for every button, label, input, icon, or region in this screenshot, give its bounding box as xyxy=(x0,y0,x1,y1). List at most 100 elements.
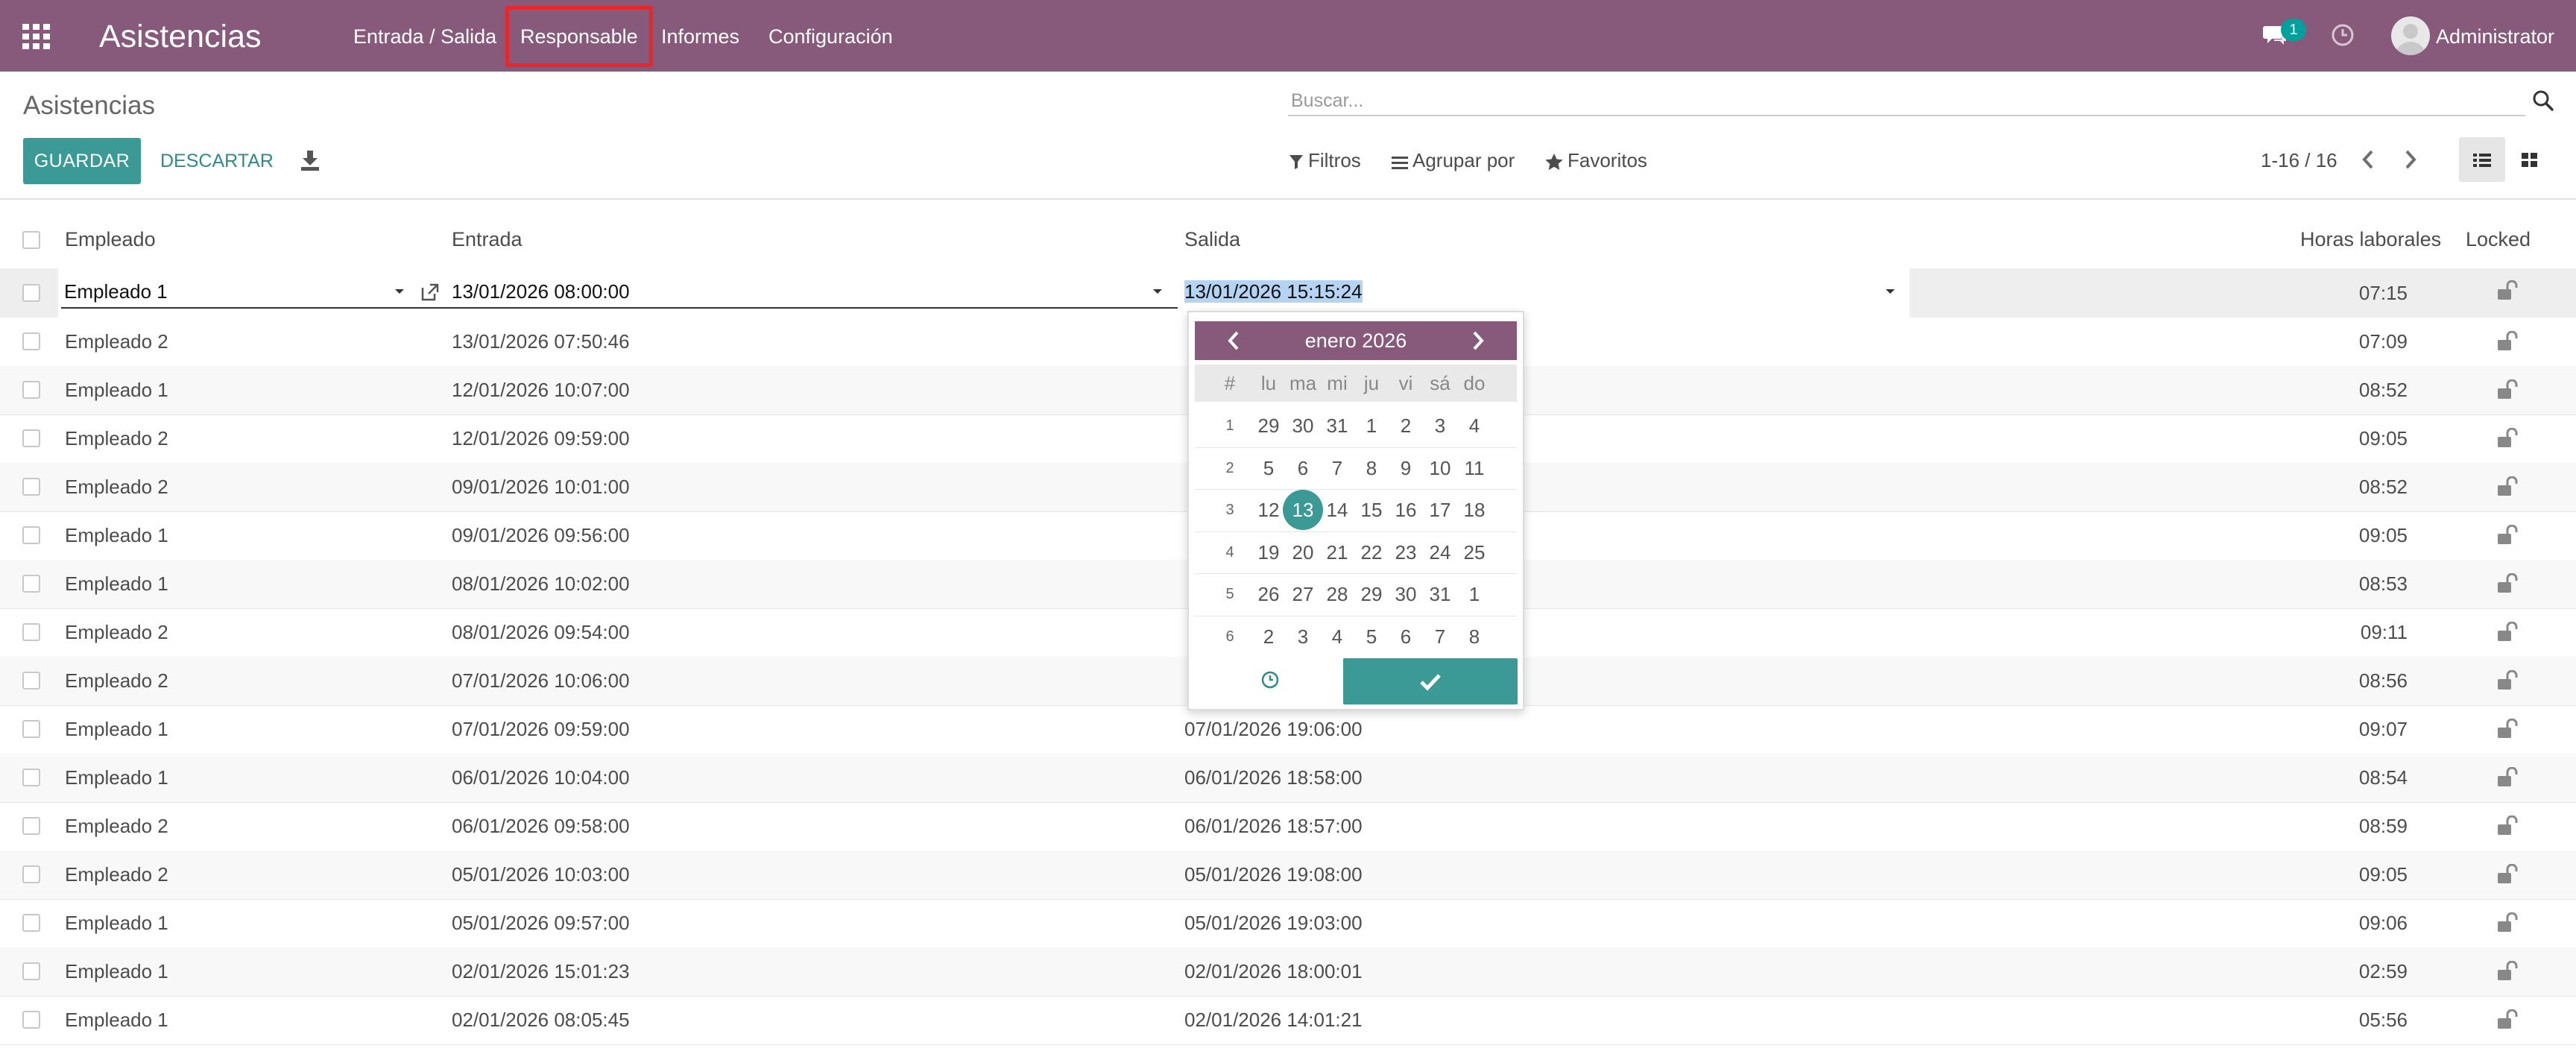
row-checkbox[interactable] xyxy=(22,526,40,544)
row-checkbox[interactable] xyxy=(22,575,40,593)
column-header-check-out[interactable]: Salida xyxy=(1184,225,1240,253)
datepicker-day[interactable]: 5 xyxy=(1354,623,1389,650)
unlock-icon[interactable] xyxy=(2496,719,2519,739)
favorites-button[interactable]: Favoritos xyxy=(1545,147,1647,174)
row-checkbox[interactable] xyxy=(22,429,40,447)
datepicker-day[interactable]: 25 xyxy=(1457,539,1491,566)
datepicker-day[interactable]: 14 xyxy=(1320,496,1354,523)
chevron-right-icon[interactable] xyxy=(1469,330,1487,351)
unlock-icon[interactable] xyxy=(2496,525,2519,546)
unlock-icon[interactable] xyxy=(2496,864,2519,885)
unlock-icon[interactable] xyxy=(2496,1009,2519,1030)
datepicker-day[interactable]: 23 xyxy=(1389,539,1423,566)
row-checkbox[interactable] xyxy=(22,914,40,932)
filters-button[interactable]: Filtros xyxy=(1289,147,1361,174)
table-row[interactable]: Empleado 1 07/01/2026 09:59:00 07/01/2026 … xyxy=(0,705,2576,754)
datepicker-day[interactable]: 4 xyxy=(1320,623,1354,650)
column-header-locked[interactable]: Locked xyxy=(2466,225,2531,253)
chevron-left-icon[interactable] xyxy=(2358,148,2380,171)
row-checkbox[interactable] xyxy=(22,672,40,690)
unlock-icon[interactable] xyxy=(2496,815,2519,836)
download-icon[interactable] xyxy=(300,149,321,171)
clock-icon[interactable] xyxy=(1260,670,1280,690)
datepicker-day[interactable]: 7 xyxy=(1320,455,1354,482)
datepicker-day[interactable]: 6 xyxy=(1389,623,1423,650)
save-button[interactable]: GUARDAR xyxy=(23,138,141,184)
row-checkbox[interactable] xyxy=(22,332,40,350)
group-by-button[interactable]: Agrupar por xyxy=(1392,147,1515,174)
datepicker-day[interactable]: 9 xyxy=(1389,455,1423,482)
apps-grid-icon[interactable] xyxy=(22,24,51,49)
column-header-worked-hours[interactable]: Horas laborales xyxy=(2300,225,2441,253)
clock-icon[interactable] xyxy=(2331,23,2355,47)
datepicker-day[interactable]: 6 xyxy=(1286,455,1320,482)
table-row[interactable]: Empleado 2 05/01/2026 10:03:00 05/01/2026 … xyxy=(0,851,2576,900)
column-header-check-in[interactable]: Entrada xyxy=(452,225,523,253)
select-all-checkbox[interactable] xyxy=(22,231,40,249)
datepicker-day[interactable]: 30 xyxy=(1286,412,1320,439)
kanban-view-button[interactable] xyxy=(2506,137,2552,182)
table-row[interactable]: Empleado 1 06/01/2026 10:04:00 06/01/2026 … xyxy=(0,754,2576,803)
row-checkbox[interactable] xyxy=(22,817,40,835)
unlock-icon[interactable] xyxy=(2496,961,2519,982)
search-icon[interactable] xyxy=(2532,89,2554,112)
caret-down-icon[interactable] xyxy=(1152,286,1164,297)
datepicker-day[interactable]: 31 xyxy=(1423,581,1457,608)
datepicker-day[interactable]: 28 xyxy=(1320,581,1354,608)
datepicker-day[interactable]: 4 xyxy=(1457,412,1491,439)
datepicker-day[interactable]: 8 xyxy=(1457,623,1491,650)
menu-item-configuration[interactable]: Configuración xyxy=(768,22,893,51)
app-title[interactable]: Asistencias xyxy=(99,15,261,58)
check-in-field[interactable] xyxy=(449,276,1178,309)
row-checkbox[interactable] xyxy=(22,865,40,883)
row-checkbox[interactable] xyxy=(22,623,40,641)
unlock-icon[interactable] xyxy=(2496,331,2519,352)
unlock-icon[interactable] xyxy=(2496,379,2519,400)
column-header-employee[interactable]: Empleado xyxy=(65,225,156,253)
unlock-icon[interactable] xyxy=(2496,573,2519,594)
datepicker-day[interactable]: 2 xyxy=(1251,623,1286,650)
datepicker-day[interactable]: 26 xyxy=(1251,581,1286,608)
datepicker-day[interactable]: 10 xyxy=(1423,455,1457,482)
datepicker-day[interactable]: 16 xyxy=(1389,496,1423,523)
unlock-icon[interactable] xyxy=(2496,622,2519,643)
datepicker-day[interactable]: 8 xyxy=(1354,455,1389,482)
datepicker-day[interactable]: 2 xyxy=(1389,412,1423,439)
unlock-icon[interactable] xyxy=(2496,767,2519,788)
row-checkbox[interactable] xyxy=(22,962,40,980)
datepicker-day[interactable]: 27 xyxy=(1286,581,1320,608)
datepicker-day[interactable]: 22 xyxy=(1354,539,1389,566)
datepicker-day[interactable]: 11 xyxy=(1457,455,1491,482)
datepicker-day[interactable]: 3 xyxy=(1286,623,1320,650)
unlock-icon[interactable] xyxy=(2496,476,2519,497)
datepicker-day[interactable]: 31 xyxy=(1320,412,1354,439)
datepicker-day[interactable]: 5 xyxy=(1251,455,1286,482)
discard-button[interactable]: DESCARTAR xyxy=(153,138,281,184)
datepicker-day[interactable]: 19 xyxy=(1251,539,1286,566)
check-out-field[interactable]: 13/01/2026 15:15:24 xyxy=(1181,276,1909,309)
datepicker-day[interactable]: 21 xyxy=(1320,539,1354,566)
row-checkbox[interactable] xyxy=(22,720,40,738)
datepicker-day[interactable]: 1 xyxy=(1354,412,1389,439)
datepicker-day[interactable]: 29 xyxy=(1251,412,1286,439)
datepicker-selected-day[interactable]: 13 xyxy=(1283,490,1323,530)
datepicker-day[interactable]: 12 xyxy=(1251,496,1286,523)
datepicker-confirm-button[interactable] xyxy=(1343,658,1518,704)
menu-item-reports[interactable]: Informes xyxy=(661,22,739,51)
employee-field[interactable] xyxy=(61,276,449,309)
datepicker-day[interactable]: 24 xyxy=(1423,539,1457,566)
search-input[interactable] xyxy=(1288,86,2525,116)
datepicker-day[interactable]: 17 xyxy=(1423,496,1457,523)
unlock-icon[interactable] xyxy=(2496,280,2519,301)
chevron-right-icon[interactable] xyxy=(2399,148,2421,171)
pager-value[interactable]: 1-16 / 16 xyxy=(2261,147,2337,174)
row-checkbox[interactable] xyxy=(22,478,40,496)
chevron-left-icon[interactable] xyxy=(1225,330,1243,351)
menu-item-check-in-out[interactable]: Entrada / Salida xyxy=(353,22,496,51)
external-link-icon[interactable] xyxy=(420,282,441,303)
table-row[interactable]: Empleado 2 06/01/2026 09:58:00 06/01/2026 … xyxy=(0,802,2576,851)
table-row[interactable]: Empleado 1 05/01/2026 09:57:00 05/01/2026 … xyxy=(0,899,2576,948)
row-checkbox[interactable] xyxy=(22,284,40,302)
datepicker-day[interactable]: 15 xyxy=(1354,496,1389,523)
datepicker-day[interactable]: 1 xyxy=(1457,581,1491,608)
